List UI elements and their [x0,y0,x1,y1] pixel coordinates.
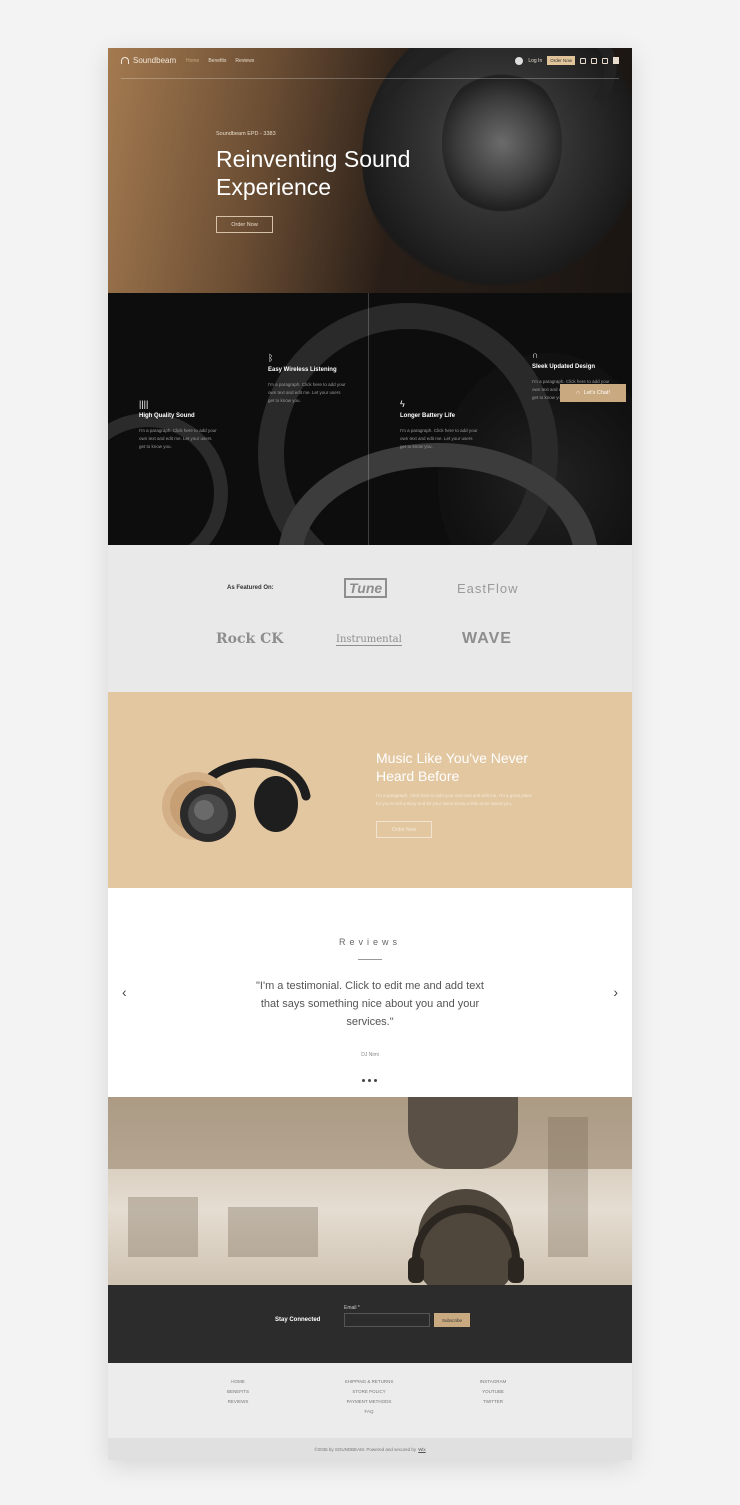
feature-desc: I'm a paragraph. Click here to add your … [139,428,217,449]
feature-desc: I'm a paragraph. Click here to add your … [400,428,478,449]
feature-title: Easy Wireless Listening [268,367,337,373]
chevron-left-icon[interactable]: ‹ [122,984,127,1000]
email-label: Email * [344,1305,360,1311]
reviews-section: Reviews ‹ "I'm a testimonial. Click to e… [108,888,632,1097]
footer-link[interactable]: BENEFITS [220,1388,256,1395]
blurred-building [548,1117,588,1257]
footer-link[interactable]: STORE POLICY [334,1388,404,1395]
nav-link-benefits[interactable]: Benefits [208,58,226,64]
nav-divider [121,78,619,79]
feature-title: Longer Battery Life [400,413,456,419]
earcup-right [508,1257,524,1283]
headphones-icon [121,57,129,64]
footer-link[interactable]: FAQ [334,1408,404,1415]
chat-icon: ∩ [575,390,580,396]
promo-text: I'm a paragraph. Click here to add your … [376,793,533,806]
promo-title: Music Like You've Never Heard Before [376,750,529,784]
chat-button[interactable]: ∩ Let's Chat! [560,384,626,402]
twitter-icon[interactable] [602,57,608,64]
footer-link[interactable]: REVIEWS [220,1398,256,1405]
hero-section: Soundbeam Home Benefits Reviews Log In O… [108,48,632,293]
stay-connected-label: Stay Connected [275,1317,321,1323]
hero-earcup [442,68,562,218]
copyright-text: ©2035 by SOUNDBEAM. Powered and secured … [314,1446,417,1452]
eastflow-logo: EastFlow [457,581,519,596]
featured-label: As Featured On: [227,585,274,591]
newsletter-section: Stay Connected Email * Subscribe [108,1285,632,1363]
page: Soundbeam Home Benefits Reviews Log In O… [108,48,632,1460]
footer-link[interactable]: TWITTER [468,1398,518,1405]
footer-link[interactable]: YOUTUBE [468,1388,518,1395]
feature-title: High Quality Sound [139,413,195,419]
nav-order-button[interactable]: Order Now [547,56,575,65]
brand-name: Soundbeam [133,56,177,65]
hero-subtitle: Soundbeam EPD - 3383 [216,131,276,137]
footer-link[interactable]: PAYMENT METHODS [334,1398,404,1405]
features-section: ᛒ Easy Wireless Listening I'm a paragrap… [108,293,632,545]
copyright-bar: ©2035 by SOUNDBEAM. Powered and secured … [108,1438,632,1460]
user-avatar-icon[interactable] [515,56,524,65]
reviews-heading: Reviews [338,937,401,947]
slider-dots [362,1079,377,1082]
footer-link[interactable]: SHIPPING & RETURNS [334,1378,404,1385]
nav-link-home[interactable]: Home [186,58,199,64]
subscribe-button[interactable]: Subscribe [434,1313,470,1327]
feature-title: Sleek Updated Design [532,364,596,370]
wix-link[interactable]: Wix [418,1447,426,1452]
featured-on-section: As Featured On: Tune EastFlow Rock CK In… [108,545,632,692]
divider-line [368,293,369,545]
tune-logo: Tune [344,578,388,598]
footer-link[interactable]: INSTAGRAM [468,1378,518,1385]
cart-icon[interactable] [613,57,619,64]
promo-order-button[interactable]: Order Now [376,821,432,838]
bolt-icon: ϟ [400,399,405,409]
footer-col-nav: HOME BENEFITS REVIEWS [220,1378,256,1405]
blurred-building [128,1197,198,1257]
instagram-icon[interactable] [580,57,586,64]
top-nav: Soundbeam Home Benefits Reviews Log In O… [108,48,632,78]
person-shoulder [408,1097,518,1169]
bluetooth-icon: ᛒ [268,353,274,363]
feature-sound: |||| High Quality Sound I'm a paragraph.… [139,399,219,451]
slider-dot[interactable] [362,1079,365,1082]
feature-battery: ϟ Longer Battery Life I'm a paragraph. C… [400,399,480,451]
heading-rule [358,959,382,960]
headphones-product-image [162,758,311,842]
footer: HOME BENEFITS REVIEWS SHIPPING & RETURNS… [108,1363,632,1438]
wave-logo: WAVE [462,630,512,647]
feature-wireless: ᛒ Easy Wireless Listening I'm a paragrap… [268,353,348,405]
soundwave-icon: |||| [139,399,149,409]
instrumental-logo: Instrumental [336,634,402,646]
login-link[interactable]: Log In [528,58,542,64]
slider-dot[interactable] [368,1079,371,1082]
youtube-icon[interactable] [591,57,597,64]
footer-link[interactable]: HOME [220,1378,256,1385]
testimonial-author: DJ Nimi [361,1052,379,1058]
slider-dot[interactable] [374,1079,377,1082]
earcup-left [408,1257,424,1283]
nav-links: Home Benefits Reviews [186,58,254,64]
headphones-icon: ∩ [532,350,539,360]
nav-actions: Log In Order Now [515,56,619,65]
hero-title: Reinventing Sound Experience [216,146,411,200]
footer-col-social: INSTAGRAM YOUTUBE TWITTER [468,1378,518,1405]
blurred-building [228,1207,318,1257]
promo-section: Music Like You've Never Heard Before I'm… [108,692,632,888]
chevron-right-icon[interactable]: › [613,984,618,1000]
email-field[interactable] [344,1313,430,1327]
brand-logo[interactable]: Soundbeam [121,56,176,65]
feature-desc: I'm a paragraph. Click here to add your … [268,382,346,403]
nav-link-reviews[interactable]: Reviews [235,58,254,64]
hero-order-button[interactable]: Order Now [216,216,273,233]
footer-col-policy: SHIPPING & RETURNS STORE POLICY PAYMENT … [334,1378,404,1415]
chat-label: Let's Chat! [583,390,611,396]
lifestyle-photo [108,1097,632,1285]
rockck-logo: Rock CK [216,631,284,647]
testimonial-quote: "I'm a testimonial. Click to edit me and… [256,980,484,1028]
